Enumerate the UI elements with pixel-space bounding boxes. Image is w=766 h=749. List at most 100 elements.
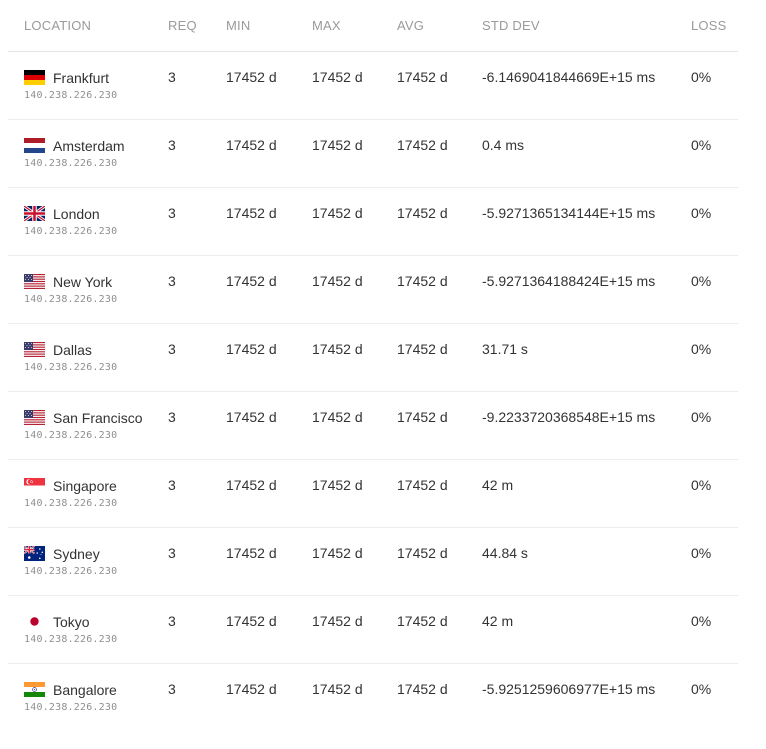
- std-dev-value: -5.9251259606977E+15 ms: [482, 681, 656, 697]
- loss-value: 0%: [691, 477, 712, 493]
- column-header-loss[interactable]: LOSS: [691, 0, 738, 52]
- ping-results-table: LOCATION REQ MIN MAX AVG STD DEV LOSS Fr…: [8, 0, 738, 731]
- max-cell: 17452 d: [312, 119, 397, 188]
- table-row: Amsterdam 140.238.226.230 3 17452 d 1745…: [8, 119, 738, 188]
- location-cell: Tokyo 140.238.226.230: [8, 595, 168, 664]
- std-dev-value: 42 m: [482, 613, 514, 629]
- avg-cell: 17452 d: [397, 119, 482, 188]
- std-dev-cell: 42 m: [482, 459, 691, 528]
- australia-flag-icon: [24, 546, 45, 561]
- avg-value: 17452 d: [397, 545, 448, 561]
- location-name: New York: [53, 273, 113, 290]
- min-cell: 17452 d: [226, 664, 312, 732]
- uk-flag-icon: [24, 206, 45, 221]
- max-value: 17452 d: [312, 137, 363, 153]
- max-value: 17452 d: [312, 341, 363, 357]
- table-row: Bangalore 140.238.226.230 3 17452 d 1745…: [8, 664, 738, 732]
- column-header-avg[interactable]: AVG: [397, 0, 482, 52]
- loss-cell: 0%: [691, 323, 738, 392]
- japan-flag-icon: [24, 614, 45, 629]
- max-value: 17452 d: [312, 681, 363, 697]
- usa-flag-icon: [24, 410, 45, 425]
- std-dev-value: -5.9271365134144E+15 ms: [482, 205, 656, 221]
- loss-value: 0%: [691, 613, 712, 629]
- loss-value: 0%: [691, 681, 712, 697]
- req-value: 3: [168, 273, 176, 289]
- usa-flag-icon: [24, 274, 45, 289]
- min-value: 17452 d: [226, 681, 277, 697]
- std-dev-value: 31.71 s: [482, 341, 528, 357]
- min-value: 17452 d: [226, 341, 277, 357]
- ip-address: 140.238.226.230: [24, 566, 118, 577]
- max-value: 17452 d: [312, 69, 363, 85]
- max-cell: 17452 d: [312, 459, 397, 528]
- std-dev-value: -5.9271364188424E+15 ms: [482, 273, 656, 289]
- loss-value: 0%: [691, 69, 712, 85]
- req-value: 3: [168, 409, 176, 425]
- req-cell: 3: [168, 187, 226, 256]
- ping-results-panel: LOCATION REQ MIN MAX AVG STD DEV LOSS Fr…: [8, 0, 738, 731]
- min-cell: 17452 d: [226, 323, 312, 392]
- std-dev-cell: -5.9251259606977E+15 ms: [482, 664, 691, 732]
- column-header-std-dev[interactable]: STD DEV: [482, 0, 691, 52]
- avg-cell: 17452 d: [397, 51, 482, 120]
- avg-value: 17452 d: [397, 477, 448, 493]
- min-cell: 17452 d: [226, 187, 312, 256]
- column-header-min[interactable]: MIN: [226, 0, 312, 52]
- table-row: New York 140.238.226.230 3 17452 d 17452…: [8, 255, 738, 324]
- min-value: 17452 d: [226, 613, 277, 629]
- max-value: 17452 d: [312, 273, 363, 289]
- std-dev-cell: -6.1469041844669E+15 ms: [482, 51, 691, 120]
- max-cell: 17452 d: [312, 391, 397, 460]
- min-value: 17452 d: [226, 137, 277, 153]
- min-cell: 17452 d: [226, 51, 312, 120]
- loss-cell: 0%: [691, 51, 738, 120]
- avg-value: 17452 d: [397, 273, 448, 289]
- min-value: 17452 d: [226, 409, 277, 425]
- std-dev-cell: -5.9271364188424E+15 ms: [482, 255, 691, 324]
- min-cell: 17452 d: [226, 595, 312, 664]
- column-header-max[interactable]: MAX: [312, 0, 397, 52]
- ip-address: 140.238.226.230: [24, 362, 118, 373]
- location-name: Amsterdam: [53, 137, 125, 154]
- location-cell: Singapore 140.238.226.230: [8, 459, 168, 528]
- std-dev-value: 44.84 s: [482, 545, 528, 561]
- min-value: 17452 d: [226, 477, 277, 493]
- std-dev-value: -6.1469041844669E+15 ms: [482, 69, 656, 85]
- location-name: Bangalore: [53, 681, 117, 698]
- req-cell: 3: [168, 323, 226, 392]
- loss-value: 0%: [691, 137, 712, 153]
- req-cell: 3: [168, 391, 226, 460]
- min-cell: 17452 d: [226, 527, 312, 596]
- column-header-req[interactable]: REQ: [168, 0, 226, 52]
- min-cell: 17452 d: [226, 391, 312, 460]
- min-cell: 17452 d: [226, 255, 312, 324]
- std-dev-value: 0.4 ms: [482, 137, 525, 153]
- netherlands-flag-icon: [24, 138, 45, 153]
- req-value: 3: [168, 681, 176, 697]
- ip-address: 140.238.226.230: [24, 294, 118, 305]
- location-name: Tokyo: [53, 613, 90, 630]
- req-value: 3: [168, 341, 176, 357]
- column-header-location[interactable]: LOCATION: [8, 0, 168, 52]
- max-cell: 17452 d: [312, 527, 397, 596]
- location-name: Dallas: [53, 341, 92, 358]
- req-value: 3: [168, 69, 176, 85]
- location-cell: Amsterdam 140.238.226.230: [8, 119, 168, 188]
- std-dev-cell: 44.84 s: [482, 527, 691, 596]
- req-cell: 3: [168, 255, 226, 324]
- table-row: London 140.238.226.230 3 17452 d 17452 d…: [8, 187, 738, 256]
- min-value: 17452 d: [226, 273, 277, 289]
- loss-cell: 0%: [691, 459, 738, 528]
- table-row: Tokyo 140.238.226.230 3 17452 d 17452 d …: [8, 595, 738, 664]
- avg-cell: 17452 d: [397, 527, 482, 596]
- ip-address: 140.238.226.230: [24, 90, 118, 101]
- ip-address: 140.238.226.230: [24, 226, 118, 237]
- max-value: 17452 d: [312, 409, 363, 425]
- max-value: 17452 d: [312, 613, 363, 629]
- location-name: San Francisco: [53, 409, 143, 426]
- loss-cell: 0%: [691, 664, 738, 732]
- max-cell: 17452 d: [312, 664, 397, 732]
- avg-value: 17452 d: [397, 341, 448, 357]
- location-cell: Sydney 140.238.226.230: [8, 527, 168, 596]
